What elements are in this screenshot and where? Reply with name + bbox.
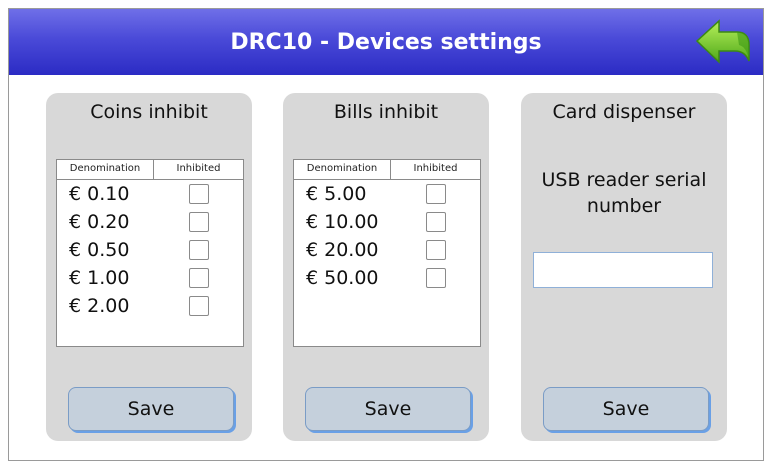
col-inhibited: Inhibited — [413, 163, 458, 174]
usb-reader-label: USB reader serial number — [521, 167, 727, 219]
denomination-value: € 10.00 — [306, 211, 379, 233]
bills-inhibit-panel: Bills inhibit Denomination Inhibited € 5… — [283, 93, 489, 441]
inhibit-checkbox[interactable] — [188, 212, 209, 232]
bills-save-button[interactable]: Save — [305, 387, 471, 431]
denomination-value: € 0.50 — [69, 239, 130, 261]
table-row: € 20.00 — [294, 236, 480, 264]
coins-table: Denomination Inhibited € 0.10 € 0.20 € 0… — [56, 159, 244, 347]
denomination-value: € 0.10 — [69, 183, 130, 205]
table-row: € 50.00 — [294, 264, 480, 292]
col-inhibited: Inhibited — [176, 163, 221, 174]
col-denomination: Denomination — [57, 160, 154, 179]
table-row: € 0.20 — [57, 208, 243, 236]
inhibit-checkbox[interactable] — [425, 212, 446, 232]
inhibit-checkbox[interactable] — [425, 240, 446, 260]
usb-label-line1: USB reader serial — [541, 169, 707, 191]
back-button[interactable] — [695, 17, 753, 69]
inhibit-checkbox[interactable] — [188, 240, 209, 260]
coins-inhibit-panel: Coins inhibit Denomination Inhibited € 0… — [46, 93, 252, 441]
title-bar: DRC10 - Devices settings — [9, 9, 763, 75]
inhibit-checkbox[interactable] — [188, 296, 209, 316]
denomination-value: € 5.00 — [306, 183, 367, 205]
page-title: DRC10 - Devices settings — [230, 30, 542, 55]
coins-table-header: Denomination Inhibited — [57, 160, 243, 180]
coins-save-button[interactable]: Save — [68, 387, 234, 431]
denomination-value: € 20.00 — [306, 239, 379, 261]
coins-panel-title: Coins inhibit — [90, 101, 208, 123]
inhibit-checkbox[interactable] — [188, 184, 209, 204]
inhibit-checkbox[interactable] — [425, 184, 446, 204]
table-row: € 1.00 — [57, 264, 243, 292]
table-row: € 2.00 — [57, 292, 243, 320]
table-row: € 0.50 — [57, 236, 243, 264]
denomination-value: € 0.20 — [69, 211, 130, 233]
bills-table-header: Denomination Inhibited — [294, 160, 480, 180]
table-row: € 5.00 — [294, 180, 480, 208]
table-row: € 10.00 — [294, 208, 480, 236]
inhibit-checkbox[interactable] — [188, 268, 209, 288]
bills-panel-title: Bills inhibit — [333, 101, 439, 123]
settings-window: DRC10 - Devices settings Coins inhibit D… — [8, 8, 764, 461]
denomination-value: € 2.00 — [69, 295, 130, 317]
denomination-value: € 50.00 — [306, 267, 379, 289]
table-row: € 0.10 — [57, 180, 243, 208]
usb-serial-input[interactable] — [533, 252, 713, 288]
inhibit-checkbox[interactable] — [425, 268, 446, 288]
bills-table: Denomination Inhibited € 5.00 € 10.00 € … — [293, 159, 481, 347]
denomination-value: € 1.00 — [69, 267, 130, 289]
card-dispenser-panel: Card dispenser USB reader serial number … — [521, 93, 727, 441]
card-panel-title: Card dispenser — [552, 101, 696, 123]
card-save-button[interactable]: Save — [543, 387, 709, 431]
col-denomination: Denomination — [294, 160, 391, 179]
back-arrow-icon — [695, 19, 750, 64]
usb-label-line2: number — [586, 195, 662, 217]
